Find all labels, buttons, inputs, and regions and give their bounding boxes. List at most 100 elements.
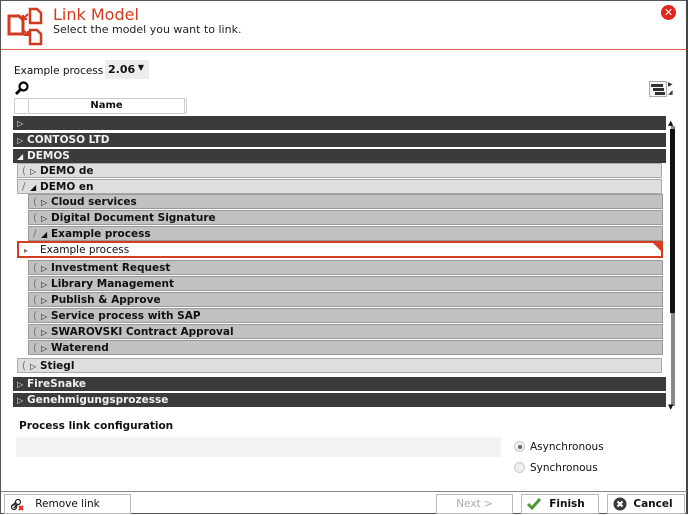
radio-unchecked-icon	[514, 462, 525, 473]
dialog-footer: Remove link Next > Finish Cancel	[1, 491, 687, 515]
tree-row[interactable]: (▷ Digital Document Signature	[28, 210, 663, 225]
tree-row-label: SWAROVSKI Contract Approval	[51, 326, 234, 338]
dialog-title: Link Model	[53, 5, 139, 24]
cancel-label: Cancel	[633, 498, 673, 510]
collapse-icon[interactable]: ◢	[41, 228, 51, 242]
tree-row-label: Library Management	[51, 278, 175, 290]
arrow-right-icon: ▶	[668, 81, 673, 88]
tree-row-label: DEMOS	[27, 150, 70, 162]
link-model-dialog: Link Model Select the model you want to …	[0, 0, 688, 514]
next-button[interactable]: Next >	[436, 494, 513, 514]
scrollbar-thumb[interactable]	[670, 129, 675, 313]
tree-row[interactable]: (▷ Publish & Approve	[28, 292, 663, 307]
expand-icon[interactable]: ▷	[17, 394, 27, 408]
config-title: Process link configuration	[19, 420, 174, 432]
tree-row-label: CONTOSO LTD	[27, 134, 110, 146]
expand-icon[interactable]: ▷	[41, 326, 51, 340]
expand-icon[interactable]: ▷	[41, 294, 51, 308]
tree-row-label: Genehmigungsprozesse	[27, 394, 169, 406]
tree-row[interactable]: / ◢ DEMO en	[17, 179, 662, 194]
tree-row[interactable]: ▷	[13, 116, 666, 130]
tree-row[interactable]: (▷ Service process with SAP	[28, 308, 663, 323]
tree-row[interactable]: ▷ Genehmigungsprozesse	[13, 393, 666, 407]
radio-synchronous[interactable]: Synchronous	[514, 462, 598, 474]
layers-icon	[651, 84, 665, 95]
tree-row-label: Investment Request	[51, 262, 171, 274]
tree-row-label: Example process	[40, 244, 130, 256]
expand-icon[interactable]: ▷	[41, 262, 51, 276]
chevron-down-icon: ▼	[137, 63, 144, 72]
tree-bracket: /	[22, 181, 26, 193]
grid-header: Name	[14, 98, 187, 114]
version-value: 2.06	[108, 63, 136, 76]
radio-asynchronous[interactable]: Asynchronous	[514, 441, 604, 453]
close-icon[interactable]: ✕	[661, 5, 676, 20]
radio-label: Synchronous	[530, 462, 598, 474]
tree-bracket: (	[33, 310, 38, 322]
view-options-button[interactable]	[649, 81, 667, 97]
model-tree: ▷ ▷ CONTOSO LTD ◢ DEMOS(▷ DEMO de / ◢ DEMO en(▷ C…	[13, 114, 668, 411]
version-label: Example process	[14, 65, 104, 77]
select-all-column[interactable]	[14, 98, 27, 114]
remove-link-label: Remove link	[35, 498, 100, 510]
tree-row[interactable]: (▷ Waterend	[28, 340, 663, 355]
tree-row-label: Stiegl	[40, 360, 75, 372]
radio-checked-icon	[514, 441, 525, 452]
expand-icon[interactable]: ▷	[17, 378, 27, 392]
tree-row[interactable]: / ◢ Example process	[28, 226, 663, 241]
tree-row[interactable]: ▷ CONTOSO LTD	[13, 133, 666, 147]
expand-icon[interactable]: ▷	[17, 117, 27, 131]
tree-row-label: Service process with SAP	[51, 310, 201, 322]
expand-icon[interactable]: ▷	[41, 212, 51, 226]
expand-icon[interactable]: ▷	[30, 360, 40, 374]
tree-row-label: Example process	[51, 228, 151, 240]
column-resize-handle[interactable]	[186, 98, 188, 114]
tree-row[interactable]: (▷ DEMO de	[17, 163, 662, 178]
remove-link-button[interactable]: Remove link	[4, 494, 131, 514]
tree-row[interactable]: (▷ Investment Request	[28, 260, 663, 275]
search-icon[interactable]	[15, 81, 29, 95]
scroll-down-icon[interactable]: ▼	[668, 403, 673, 411]
expand-icon[interactable]: ▷	[41, 196, 51, 210]
tree-row-label: Publish & Approve	[51, 294, 161, 306]
tree-row-label: Digital Document Signature	[51, 212, 216, 224]
expand-icon[interactable]: ▷	[41, 278, 51, 292]
tree-row[interactable]: ◢ DEMOS	[13, 149, 666, 163]
config-field[interactable]	[16, 437, 501, 457]
tree-bracket: (	[22, 165, 27, 177]
expand-icon[interactable]: ▷	[41, 310, 51, 324]
dialog-subtitle: Select the model you want to link.	[53, 23, 242, 36]
expand-icon[interactable]: ▷	[41, 342, 51, 356]
arrow-down-icon: ◢	[668, 89, 673, 96]
tree-row[interactable]: ▸ Example process	[17, 241, 663, 258]
tree-bracket: (	[33, 278, 38, 290]
tree-row-label: Waterend	[51, 342, 109, 354]
tree-row[interactable]: ▷ FireSnake	[13, 377, 666, 391]
tree-bracket: (	[33, 294, 38, 306]
tree-bracket: (	[33, 262, 38, 274]
tree-bracket: (	[22, 360, 27, 372]
expand-icon[interactable]: ▷	[17, 134, 27, 148]
link-model-icon	[7, 7, 43, 46]
tree-bracket: (	[33, 326, 38, 338]
tree-row-label: DEMO en	[40, 181, 94, 193]
tree-row[interactable]: (▷ Library Management	[28, 276, 663, 291]
column-header-name[interactable]: Name	[28, 98, 185, 114]
tree-row[interactable]: (▷ SWAROVSKI Contract Approval	[28, 324, 663, 339]
next-label: Next >	[456, 498, 493, 510]
version-select[interactable]: 2.06 ▼	[105, 60, 149, 79]
finish-button[interactable]: Finish	[521, 494, 599, 514]
expand-icon[interactable]: ▷	[30, 165, 40, 179]
expand-icon[interactable]: ▸	[24, 244, 40, 258]
cancel-button[interactable]: Cancel	[607, 494, 685, 514]
view-arrows[interactable]: ▶ ◢	[668, 81, 676, 97]
tree-row-label: DEMO de	[40, 165, 94, 177]
finish-label: Finish	[549, 498, 585, 510]
tree-row-label: FireSnake	[27, 378, 87, 390]
selection-corner-marker	[652, 242, 662, 252]
tree-row[interactable]: (▷ Stiegl	[17, 358, 662, 373]
collapse-icon[interactable]: ◢	[17, 150, 27, 164]
tree-row[interactable]: (▷ Cloud services	[28, 194, 663, 209]
tree-bracket: /	[33, 228, 37, 240]
collapse-icon[interactable]: ◢	[30, 181, 40, 195]
